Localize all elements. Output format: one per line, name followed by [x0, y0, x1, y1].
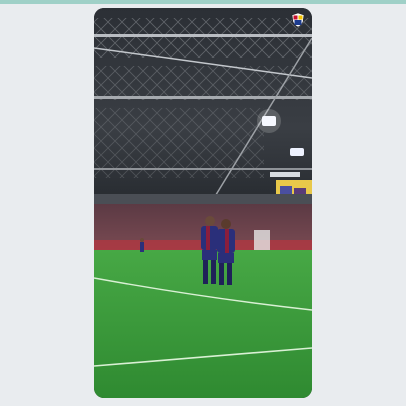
roof-truss-lower: [94, 108, 264, 178]
roof-truss-middle: [94, 66, 312, 100]
stadium-sign: [270, 172, 300, 177]
roof-beam: [94, 96, 312, 99]
top-accent-rule: [0, 0, 406, 4]
floodlight: [290, 148, 304, 156]
tunnel: [254, 230, 270, 250]
club-crest-icon: [291, 12, 305, 28]
stadium-scene: [94, 8, 312, 398]
roof-beam: [94, 34, 312, 37]
floodlight-glow: [257, 109, 281, 133]
player-distant: [140, 238, 144, 252]
video-frame[interactable]: [94, 8, 312, 398]
roof-beam: [94, 168, 312, 170]
